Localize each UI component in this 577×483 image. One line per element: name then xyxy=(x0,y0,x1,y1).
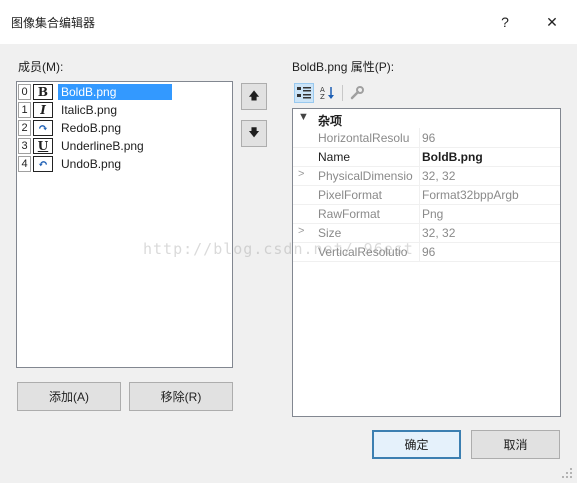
column-divider xyxy=(419,185,420,204)
arrow-up-icon: 🡅 xyxy=(248,90,260,102)
alphabetical-view-button[interactable]: A Z xyxy=(318,83,338,103)
properties-label: BoldB.png 属性(P): xyxy=(292,60,395,74)
toolbar-separator xyxy=(342,85,343,101)
list-item-name: RedoB.png xyxy=(61,121,122,135)
sort-az-icon: A Z xyxy=(320,86,334,100)
list-item[interactable]: 2 ↶ RedoB.png xyxy=(18,119,232,137)
column-divider xyxy=(419,204,420,223)
list-item-index: 1 xyxy=(18,102,31,118)
close-button[interactable]: ✕ xyxy=(537,9,567,35)
list-item-name: UndoB.png xyxy=(61,157,122,171)
list-item-index: 0 xyxy=(18,84,31,100)
property-value: 96 xyxy=(422,245,436,259)
underline-icon: U xyxy=(33,138,53,154)
property-name: PixelFormat xyxy=(318,188,383,202)
property-value: Png xyxy=(422,207,444,221)
italic-icon: I xyxy=(33,102,53,118)
property-pages-button[interactable] xyxy=(347,83,367,103)
column-divider xyxy=(419,223,420,242)
list-item[interactable]: 0 B BoldB.png xyxy=(18,83,232,101)
bold-icon: B xyxy=(33,84,53,100)
column-divider xyxy=(419,147,420,166)
property-value: 32, 32 xyxy=(422,169,456,183)
list-item[interactable]: 3 U UnderlineB.png xyxy=(18,137,232,155)
property-row[interactable]: HorizontalResolu 96 xyxy=(293,128,560,148)
property-name: PhysicalDimensio xyxy=(318,169,413,183)
redo-icon: ↶ xyxy=(33,120,53,136)
property-name: Size xyxy=(318,226,342,240)
add-button[interactable]: 添加(A) xyxy=(17,382,121,411)
members-list[interactable]: 0 B BoldB.png 1 I ItalicB.png 2 ↶ RedoB.… xyxy=(16,81,233,368)
column-divider xyxy=(419,242,420,261)
list-item[interactable]: 1 I ItalicB.png xyxy=(18,101,232,119)
property-value[interactable]: BoldB.png xyxy=(422,150,557,164)
members-label: 成员(M): xyxy=(18,60,64,74)
list-item-name: UnderlineB.png xyxy=(61,139,144,153)
move-up-button[interactable]: 🡅 xyxy=(241,83,267,110)
move-down-button[interactable]: 🡇 xyxy=(241,120,267,147)
ok-button[interactable]: 确定 xyxy=(372,430,461,459)
wrench-icon xyxy=(350,86,364,100)
arrow-down-icon: 🡇 xyxy=(248,127,260,139)
categorized-view-button[interactable] xyxy=(294,83,314,103)
property-row[interactable]: RawFormat Png xyxy=(293,204,560,224)
column-divider xyxy=(419,166,420,185)
property-row[interactable]: Name BoldB.png xyxy=(293,147,560,167)
expand-icon[interactable]: > xyxy=(298,225,310,237)
property-name: Name xyxy=(318,150,351,164)
list-item-index: 4 xyxy=(18,156,31,172)
property-name: HorizontalResolu xyxy=(318,131,410,145)
remove-button[interactable]: 移除(R) xyxy=(129,382,233,411)
collapse-icon[interactable]: ▼ xyxy=(298,111,309,123)
svg-text:Z: Z xyxy=(320,93,325,100)
cancel-button[interactable]: 取消 xyxy=(471,430,560,459)
list-item-name: BoldB.png xyxy=(58,84,173,100)
window-title: 图像集合编辑器 xyxy=(11,16,96,30)
column-divider xyxy=(419,128,420,147)
property-value: Format32bppArgb xyxy=(422,188,519,202)
property-grid[interactable]: ▼ 杂项 HorizontalResolu 96 Name BoldB.png … xyxy=(292,108,561,417)
watermark: http://blog.csdn.net/ 96est xyxy=(143,240,414,258)
categorized-icon xyxy=(297,87,311,99)
category-row[interactable]: ▼ 杂项 xyxy=(293,109,560,128)
help-button[interactable]: ? xyxy=(490,9,520,35)
property-value: 32, 32 xyxy=(422,226,456,240)
property-row[interactable]: > PhysicalDimensio 32, 32 xyxy=(293,166,560,186)
expand-icon[interactable]: > xyxy=(298,168,310,180)
property-name: RawFormat xyxy=(318,207,381,221)
list-item-index: 2 xyxy=(18,120,31,136)
property-row[interactable]: PixelFormat Format32bppArgb xyxy=(293,185,560,205)
list-item-name: ItalicB.png xyxy=(61,103,118,117)
undo-icon: ↶ xyxy=(33,156,53,172)
list-item-index: 3 xyxy=(18,138,31,154)
property-value: 96 xyxy=(422,131,436,145)
category-name: 杂项 xyxy=(318,114,343,128)
resize-grip-icon[interactable] xyxy=(561,467,573,479)
list-item[interactable]: 4 ↶ UndoB.png xyxy=(18,155,232,173)
